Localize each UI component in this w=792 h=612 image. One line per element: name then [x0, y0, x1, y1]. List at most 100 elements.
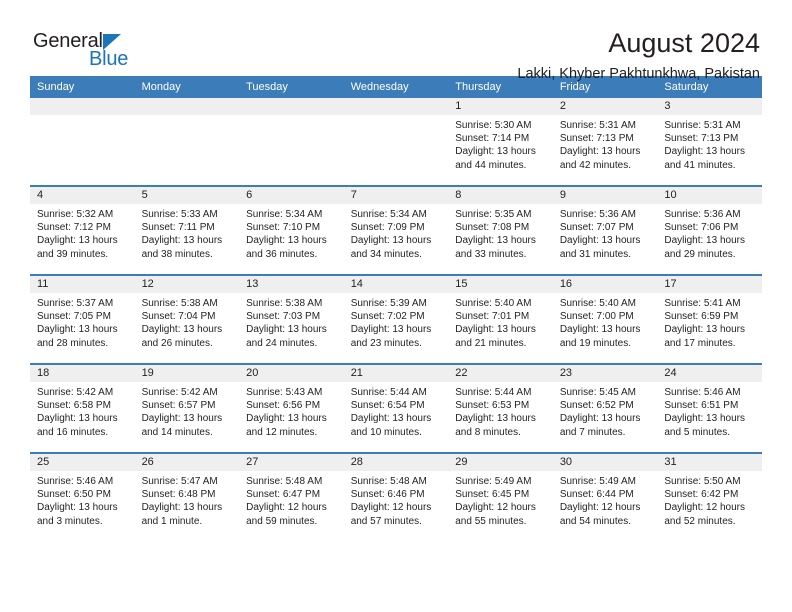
day-number: 4	[30, 187, 135, 204]
sunrise-text: Sunrise: 5:37 AM	[37, 298, 114, 309]
day-number: 24	[657, 365, 762, 382]
sunrise-text: Sunrise: 5:30 AM	[455, 120, 532, 131]
day-cell-inner: 18 Sunrise: 5:42 AM Sunset: 6:58 PM Dayligh…	[30, 365, 135, 452]
day-cell-inner: 14 Sunrise: 5:39 AM Sunset: 7:02 PM Dayligh…	[343, 276, 449, 363]
daylight-text-line2: and 42 minutes.	[559, 159, 631, 171]
day-details: Sunrise: 5:38 AM Sunset: 7:03 PM Daylight:…	[239, 293, 344, 350]
sunrise-text: Sunrise: 5:35 AM	[455, 209, 532, 220]
calendar-day-cell[interactable]: 31 Sunrise: 5:50 AM Sunset: 6:42 PM Dayligh…	[657, 452, 762, 541]
calendar-day-cell[interactable]: 21 Sunrise: 5:44 AM Sunset: 6:54 PM Dayligh…	[343, 363, 449, 453]
calendar-day-cell[interactable]: 1 Sunrise: 5:30 AM Sunset: 7:14 PM Daylight…	[448, 98, 553, 186]
calendar-day-cell[interactable]: 7 Sunrise: 5:34 AM Sunset: 7:09 PM Daylight…	[343, 185, 449, 275]
day-cell-inner: 31 Sunrise: 5:50 AM Sunset: 6:42 PM Dayligh…	[657, 454, 762, 541]
day-number: 18	[30, 365, 135, 382]
calendar-day-cell[interactable]: 26 Sunrise: 5:47 AM Sunset: 6:48 PM Dayligh…	[134, 452, 240, 541]
calendar-day-cell[interactable]: 18 Sunrise: 5:42 AM Sunset: 6:58 PM Dayligh…	[30, 363, 135, 453]
day-cell-inner: 26 Sunrise: 5:47 AM Sunset: 6:48 PM Dayligh…	[134, 454, 240, 541]
weekday-header-sunday: Sunday	[30, 76, 135, 98]
calendar-day-cell[interactable]: 28 Sunrise: 5:48 AM Sunset: 6:46 PM Dayligh…	[343, 452, 449, 541]
day-cell-inner: 6 Sunrise: 5:34 AM Sunset: 7:10 PM Daylight…	[239, 187, 344, 274]
sunset-text: Sunset: 7:01 PM	[455, 311, 530, 323]
daylight-text-line1: Daylight: 13 hours	[37, 502, 118, 514]
daylight-text-line2: and 28 minutes.	[37, 337, 109, 349]
sunrise-text: Sunrise: 5:36 AM	[664, 209, 741, 220]
calendar-week-row: 11 Sunrise: 5:37 AM Sunset: 7:05 PM Dayligh…	[30, 274, 762, 364]
day-number: 17	[657, 276, 762, 293]
sunset-text: Sunset: 6:58 PM	[37, 400, 111, 412]
daylight-text-line2: and 44 minutes.	[455, 159, 527, 171]
weekday-header-tuesday: Tuesday	[239, 76, 344, 98]
calendar-day-cell[interactable]: 19 Sunrise: 5:42 AM Sunset: 6:57 PM Dayligh…	[134, 363, 240, 453]
sunset-text: Sunset: 7:04 PM	[141, 311, 216, 323]
daylight-text-line1: Daylight: 13 hours	[141, 413, 223, 425]
calendar-day-cell[interactable]: 2 Sunrise: 5:31 AM Sunset: 7:13 PM Daylight…	[552, 98, 658, 186]
calendar-day-cell[interactable]: 30 Sunrise: 5:49 AM Sunset: 6:44 PM Dayligh…	[552, 452, 658, 541]
sunset-text: Sunset: 7:06 PM	[664, 222, 739, 234]
daylight-text-line1: Daylight: 13 hours	[664, 413, 745, 425]
calendar-day-cell[interactable]: 25 Sunrise: 5:46 AM Sunset: 6:50 PM Dayligh…	[30, 452, 135, 541]
day-number: 12	[134, 276, 240, 293]
calendar-day-cell[interactable]: 22 Sunrise: 5:44 AM Sunset: 6:53 PM Dayligh…	[448, 363, 553, 453]
day-details: Sunrise: 5:45 AM Sunset: 6:52 PM Daylight:…	[553, 382, 658, 439]
day-number: 11	[30, 276, 135, 293]
sunrise-text: Sunrise: 5:47 AM	[141, 476, 218, 487]
daylight-text-line2: and 41 minutes.	[664, 159, 736, 171]
day-details: Sunrise: 5:48 AM Sunset: 6:46 PM Daylight:…	[344, 471, 449, 528]
day-cell-inner: 4 Sunrise: 5:32 AM Sunset: 7:12 PM Daylight…	[30, 187, 135, 274]
day-details: Sunrise: 5:44 AM Sunset: 6:54 PM Daylight:…	[344, 382, 449, 439]
calendar-day-cell[interactable]: 27 Sunrise: 5:48 AM Sunset: 6:47 PM Dayligh…	[239, 452, 344, 541]
calendar-day-cell[interactable]: 23 Sunrise: 5:45 AM Sunset: 6:52 PM Dayligh…	[552, 363, 658, 453]
calendar-day-cell[interactable]: 16 Sunrise: 5:40 AM Sunset: 7:00 PM Dayligh…	[552, 274, 658, 364]
daylight-text-line1: Daylight: 13 hours	[37, 413, 118, 425]
daylight-text-line2: and 26 minutes.	[141, 337, 213, 349]
calendar-day-cell[interactable]: 17 Sunrise: 5:41 AM Sunset: 6:59 PM Dayligh…	[657, 274, 762, 364]
daylight-text-line2: and 52 minutes.	[664, 515, 736, 527]
day-details: Sunrise: 5:48 AM Sunset: 6:47 PM Daylight:…	[239, 471, 344, 528]
daylight-text-line1: Daylight: 13 hours	[350, 413, 432, 425]
day-cell-inner	[134, 98, 240, 185]
sunrise-text: Sunrise: 5:46 AM	[37, 476, 114, 487]
sunrise-text: Sunrise: 5:49 AM	[455, 476, 532, 487]
day-number: 2	[552, 98, 658, 115]
sunrise-text: Sunrise: 5:43 AM	[246, 387, 323, 398]
day-cell-inner: 8 Sunrise: 5:35 AM Sunset: 7:08 PM Daylight…	[448, 187, 553, 274]
day-details: Sunrise: 5:36 AM Sunset: 7:07 PM Daylight:…	[553, 204, 658, 261]
calendar-day-cell[interactable]: 8 Sunrise: 5:35 AM Sunset: 7:08 PM Daylight…	[448, 185, 553, 275]
daylight-text-line1: Daylight: 13 hours	[37, 324, 118, 336]
sunset-text: Sunset: 7:05 PM	[37, 311, 111, 323]
day-number: 1	[448, 98, 553, 115]
day-details: Sunrise: 5:41 AM Sunset: 6:59 PM Daylight:…	[657, 293, 762, 350]
calendar-day-cell[interactable]: 10 Sunrise: 5:36 AM Sunset: 7:06 PM Dayligh…	[657, 185, 762, 275]
day-cell-inner: 17 Sunrise: 5:41 AM Sunset: 6:59 PM Dayligh…	[657, 276, 762, 363]
sunset-text: Sunset: 6:57 PM	[141, 400, 216, 412]
calendar-day-cell[interactable]: 13 Sunrise: 5:38 AM Sunset: 7:03 PM Dayligh…	[239, 274, 344, 364]
calendar-day-cell[interactable]: 11 Sunrise: 5:37 AM Sunset: 7:05 PM Dayligh…	[30, 274, 135, 364]
daylight-text-line1: Daylight: 12 hours	[350, 502, 432, 514]
calendar-day-cell[interactable]: 20 Sunrise: 5:43 AM Sunset: 6:56 PM Dayligh…	[239, 363, 344, 453]
sunset-text: Sunset: 6:50 PM	[37, 489, 111, 501]
calendar-day-cell[interactable]: 12 Sunrise: 5:38 AM Sunset: 7:04 PM Dayligh…	[134, 274, 240, 364]
calendar-empty-cell	[134, 98, 240, 186]
daylight-text-line1: Daylight: 12 hours	[559, 502, 641, 514]
sunrise-text: Sunrise: 5:41 AM	[664, 298, 741, 309]
sunrise-text: Sunrise: 5:38 AM	[246, 298, 323, 309]
calendar-day-cell[interactable]: 29 Sunrise: 5:49 AM Sunset: 6:45 PM Dayligh…	[448, 452, 553, 541]
calendar-day-cell[interactable]: 15 Sunrise: 5:40 AM Sunset: 7:01 PM Dayligh…	[448, 274, 553, 364]
daylight-text-line1: Daylight: 13 hours	[350, 235, 432, 247]
calendar-day-cell[interactable]: 5 Sunrise: 5:33 AM Sunset: 7:11 PM Daylight…	[134, 185, 240, 275]
day-details: Sunrise: 5:31 AM Sunset: 7:13 PM Daylight:…	[553, 115, 658, 172]
sunset-text: Sunset: 7:13 PM	[664, 133, 739, 145]
calendar-day-cell[interactable]: 9 Sunrise: 5:36 AM Sunset: 7:07 PM Daylight…	[552, 185, 658, 275]
day-number: 21	[343, 365, 449, 382]
calendar-day-cell[interactable]: 24 Sunrise: 5:46 AM Sunset: 6:51 PM Dayligh…	[657, 363, 762, 453]
sunrise-text: Sunrise: 5:46 AM	[664, 387, 741, 398]
sunrise-text: Sunrise: 5:48 AM	[246, 476, 323, 487]
calendar-day-cell[interactable]: 4 Sunrise: 5:32 AM Sunset: 7:12 PM Daylight…	[30, 185, 135, 275]
calendar-day-cell[interactable]: 6 Sunrise: 5:34 AM Sunset: 7:10 PM Daylight…	[239, 185, 344, 275]
day-number: 15	[448, 276, 553, 293]
daylight-text-line2: and 36 minutes.	[246, 248, 318, 260]
calendar-day-cell[interactable]: 14 Sunrise: 5:39 AM Sunset: 7:02 PM Dayligh…	[343, 274, 449, 364]
sunrise-text: Sunrise: 5:44 AM	[455, 387, 532, 398]
calendar-day-cell[interactable]: 3 Sunrise: 5:31 AM Sunset: 7:13 PM Daylight…	[657, 98, 762, 186]
day-number: 3	[657, 98, 762, 115]
